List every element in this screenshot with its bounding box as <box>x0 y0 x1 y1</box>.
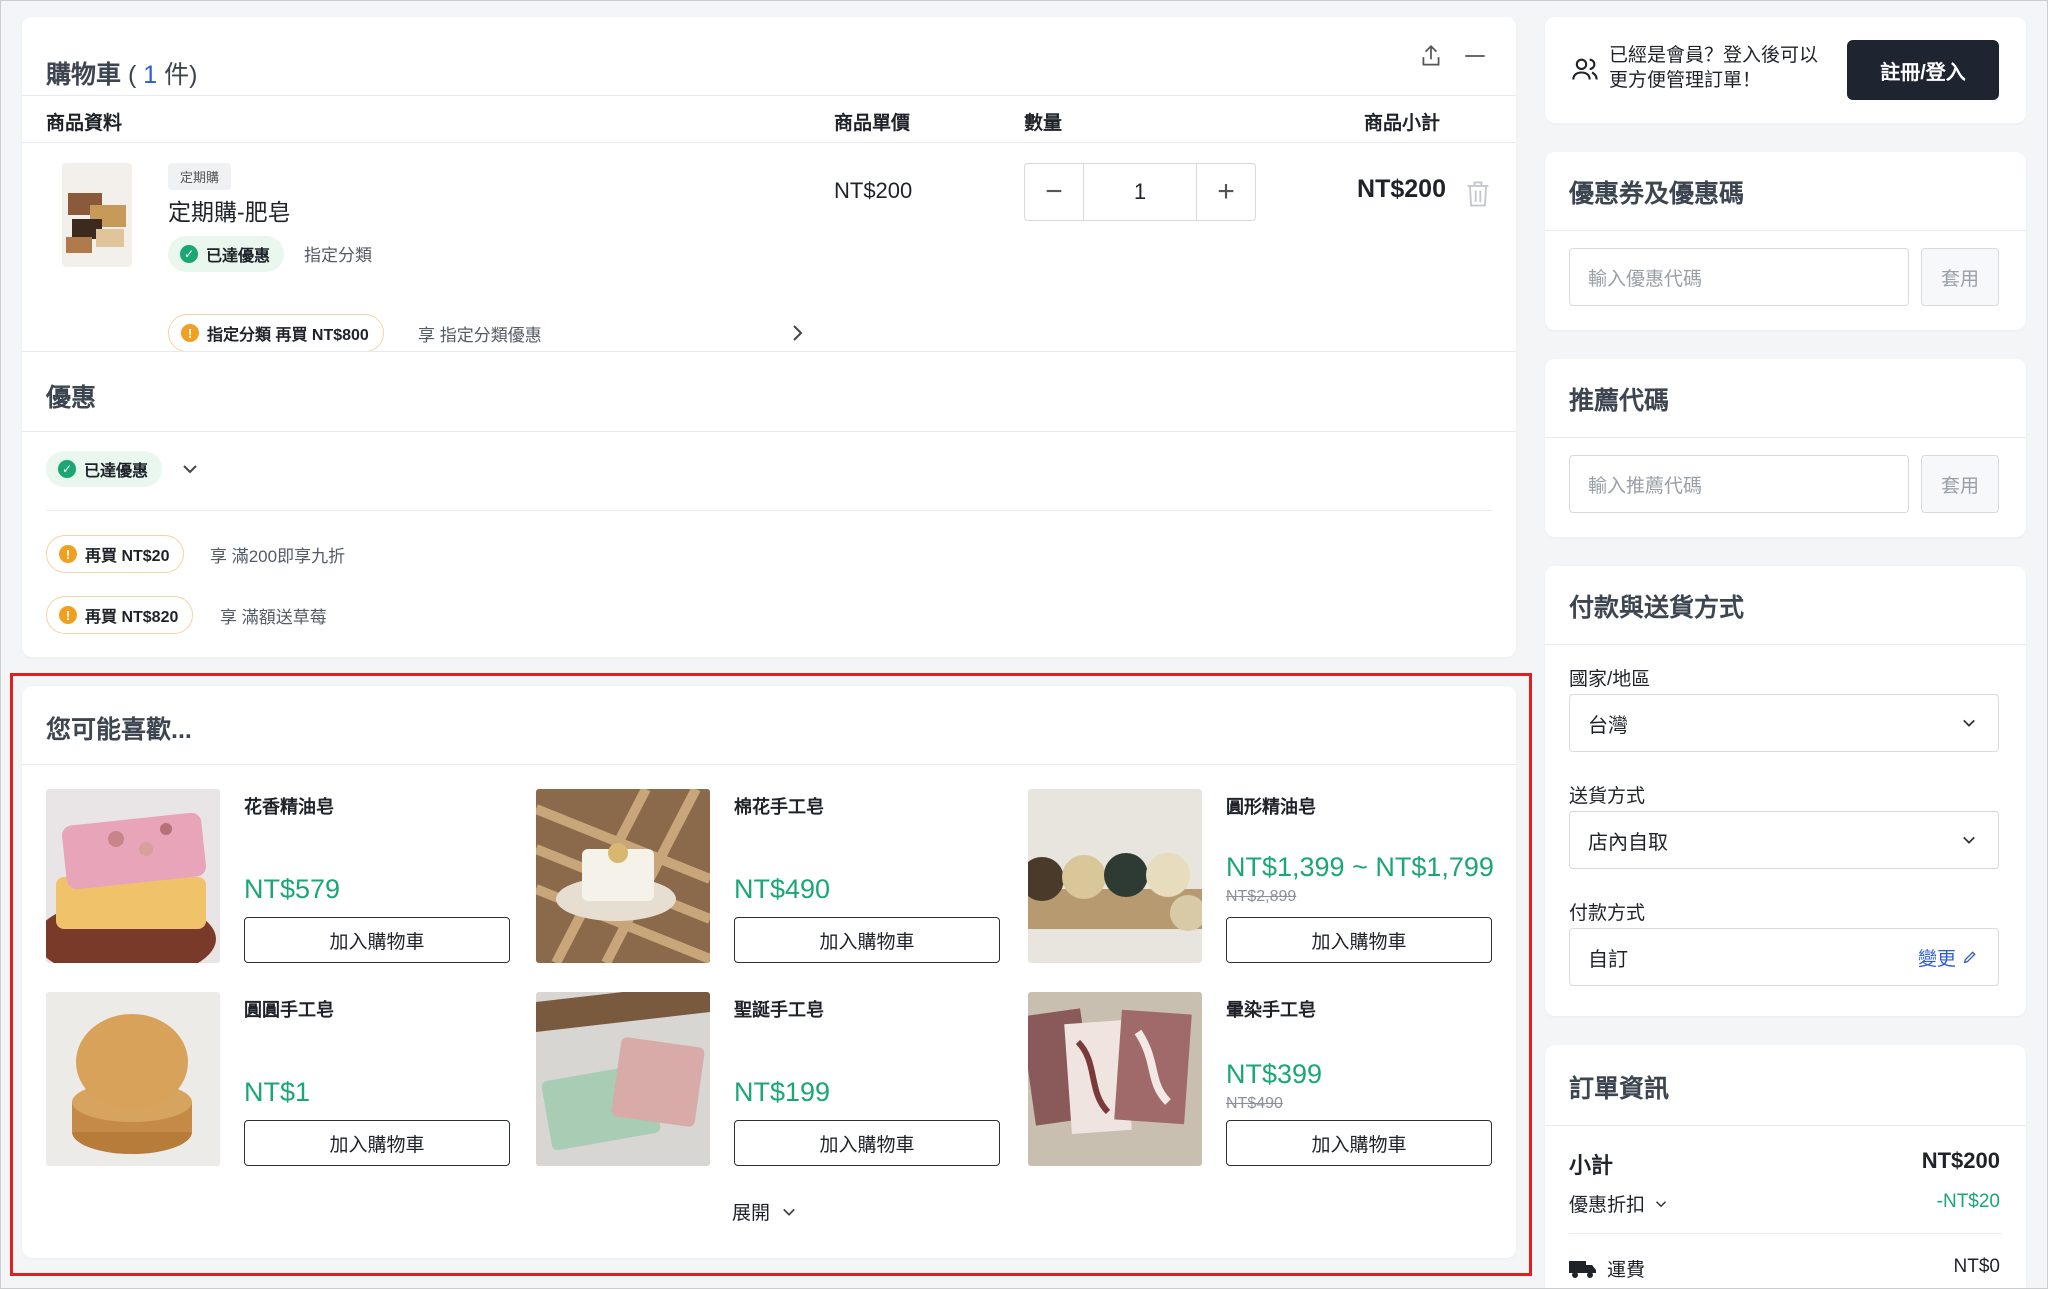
increase-qty-button[interactable]: + <box>1197 164 1255 220</box>
alert-circle-icon: ! <box>59 545 77 563</box>
summary-subtotal: NT$200 <box>1921 1148 2000 1173</box>
shipping-select[interactable]: 店內自取 <box>1569 811 1999 869</box>
referral-input[interactable]: 輸入推薦代碼 <box>1569 455 1909 513</box>
col-header-info: 商品資料 <box>46 113 123 134</box>
summary-discount: -NT$20 <box>1936 1191 2000 1212</box>
summary-title: 訂單資訊 <box>1569 1075 1670 1103</box>
login-prompt: 已經是會員？登入後可以 更方便管理訂單！ <box>1609 45 1819 91</box>
referral-card: 推薦代碼 輸入推薦代碼 套用 <box>1545 359 2026 537</box>
trash-icon[interactable] <box>1464 179 1492 209</box>
pay-method-field: 自訂 變更 <box>1569 928 1999 986</box>
summary-shipping: NT$0 <box>1953 1256 2000 1277</box>
offer-row-badge: ! 再買 NT$20 <box>46 535 185 573</box>
referral-apply-button[interactable]: 套用 <box>1921 455 1999 513</box>
cart-item-subtotal: NT$200 <box>1357 175 1446 203</box>
col-header-subtotal: 商品小計 <box>1364 113 1441 134</box>
payment-title: 付款與送貨方式 <box>1569 594 1745 622</box>
login-card: 已經是會員？登入後可以 更方便管理訂單！ 註冊/登入 <box>1545 17 2026 123</box>
change-pay-link[interactable]: 變更 <box>1918 944 1978 971</box>
col-header-unit-price: 商品單價 <box>834 113 911 134</box>
offer-row-badge: ! 再買 NT$820 <box>46 596 194 634</box>
chevron-down-icon <box>1655 1200 1667 1207</box>
shipping-fee-label: 運費 <box>1569 1255 1645 1282</box>
country-label: 國家/地區 <box>1569 669 1651 690</box>
offers-achieved-badge[interactable]: ✓ 已達優惠 <box>46 451 163 487</box>
collapse-icon[interactable] <box>1462 43 1488 69</box>
order-summary-card: 訂單資訊 小計 NT$200 優惠折扣 -NT$20 運費 NT$0 <box>1545 1045 2026 1289</box>
category-promo-text: 享 指定分類優惠 <box>418 326 542 345</box>
col-header-qty: 數量 <box>1024 113 1063 134</box>
truck-icon <box>1569 1260 1596 1278</box>
coupon-card: 優惠券及優惠碼 輸入優惠代碼 套用 <box>1545 152 2026 330</box>
decrease-qty-button[interactable]: − <box>1025 164 1083 220</box>
subscription-tag: 定期購 <box>168 163 232 190</box>
category-label: 指定分類 <box>304 246 372 265</box>
coupon-apply-button[interactable]: 套用 <box>1921 248 1999 306</box>
pay-method-label: 付款方式 <box>1569 903 1646 924</box>
cart-card: 購物車 ( 1 件) 商品資料 商品單價 數量 商品小計 定期購 定期購-肥皂 … <box>22 17 1516 657</box>
offers-title: 優惠 <box>46 384 97 412</box>
chevron-down-icon[interactable] <box>180 461 200 477</box>
pencil-icon <box>1963 951 1976 964</box>
register-login-button[interactable]: 註冊/登入 <box>1847 40 1999 100</box>
cart-item-image[interactable] <box>62 163 132 267</box>
cart-item-name[interactable]: 定期購-肥皂 <box>168 193 291 227</box>
category-promo-badge: ! 指定分類 再買 NT$800 <box>168 314 384 352</box>
coupon-input[interactable]: 輸入優惠代碼 <box>1569 248 1909 306</box>
payment-card: 付款與送貨方式 國家/地區 台灣 送貨方式 店內自取 付款方式 自訂 變更 <box>1545 566 2026 1016</box>
quantity-value[interactable]: 1 <box>1083 164 1197 220</box>
cart-title: 購物車 ( 1 件) <box>46 61 198 89</box>
alert-circle-icon: ! <box>181 324 199 342</box>
shipping-label: 送貨方式 <box>1569 786 1646 807</box>
summary-subtotal-label: 小計 <box>1569 1153 1614 1178</box>
quantity-stepper[interactable]: − 1 + <box>1024 163 1256 221</box>
offer-row-text: 享 滿200即享九折 <box>210 547 346 566</box>
share-icon[interactable] <box>1418 43 1444 69</box>
check-circle-icon: ✓ <box>58 460 76 478</box>
chevron-down-icon <box>1963 836 1975 844</box>
coupon-title: 優惠券及優惠碼 <box>1569 180 1745 208</box>
country-select[interactable]: 台灣 <box>1569 694 1999 752</box>
chevron-right-icon[interactable] <box>788 321 806 345</box>
referral-title: 推薦代碼 <box>1569 387 1670 415</box>
alert-circle-icon: ! <box>59 606 77 624</box>
users-icon <box>1572 58 1598 80</box>
achieved-discount-badge: ✓ 已達優惠 <box>168 236 285 272</box>
highlight-box <box>10 673 1532 1276</box>
cart-count: 1 <box>143 61 158 89</box>
discount-toggle[interactable]: 優惠折扣 <box>1569 1190 1669 1217</box>
cart-item-unit-price: NT$200 <box>834 178 913 203</box>
offer-row-text: 享 滿額送草莓 <box>220 608 327 627</box>
check-circle-icon: ✓ <box>180 245 198 263</box>
chevron-down-icon <box>1963 719 1975 727</box>
